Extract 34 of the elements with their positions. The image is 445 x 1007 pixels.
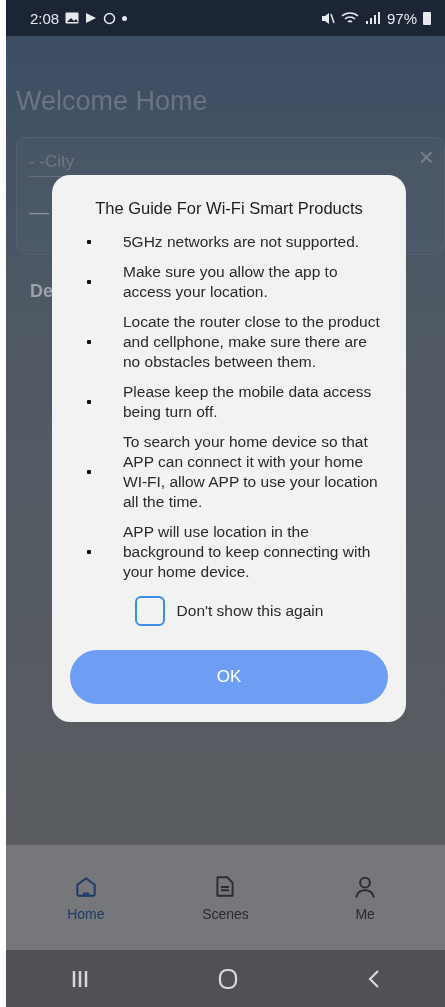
status-time: 2:08: [30, 9, 60, 27]
signal-icon: [364, 11, 381, 25]
guide-item: 5GHz networks are not supported.: [123, 232, 360, 252]
bullet-icon: [87, 340, 91, 344]
wifi-icon: [340, 11, 359, 25]
mute-icon: [320, 11, 335, 25]
bullet-icon: [87, 400, 91, 404]
guide-item: APP will use location in the background to keep connecting with your home device.: [123, 522, 372, 582]
dialog-title: The Guide For Wi-Fi Smart Products: [94, 199, 364, 218]
guide-item: Locate the router close to the product and cellphone, make sure there are no obstacles between them.: [123, 312, 381, 372]
temperature-label: —: [29, 201, 49, 224]
guide-item: To search your home device so that APP can connect it with your home WI-FI, allow APP to use your location all the time.: [123, 432, 379, 512]
checkbox[interactable]: [134, 596, 165, 626]
guide-item: Make sure you allow the app to access your location.: [123, 262, 339, 302]
ok-button[interactable]: OK: [70, 650, 388, 704]
home-button-icon[interactable]: [218, 967, 239, 990]
section-title: De: [30, 281, 53, 302]
battery-percent: 97%: [386, 9, 417, 27]
play-icon: [85, 12, 98, 24]
nav-tab[interactable]: Scenes: [185, 873, 266, 922]
back-icon[interactable]: [368, 968, 381, 989]
nav-tab[interactable]: Me: [325, 873, 406, 922]
battery-icon: [423, 11, 431, 25]
image-icon: [65, 12, 80, 24]
guide-item: Please keep the mobile data access being turn off.: [123, 382, 373, 422]
close-icon[interactable]: ×: [418, 142, 434, 173]
recent-apps-icon[interactable]: [70, 968, 89, 989]
bullet-icon: [87, 280, 91, 284]
bullet-icon: [87, 470, 91, 474]
bullet-icon: [87, 240, 91, 244]
dot-icon: [122, 15, 128, 21]
checkbox-label: Don't show this again: [176, 601, 324, 621]
nav-tab[interactable]: Home: [45, 873, 126, 922]
bullet-icon: [87, 550, 91, 554]
